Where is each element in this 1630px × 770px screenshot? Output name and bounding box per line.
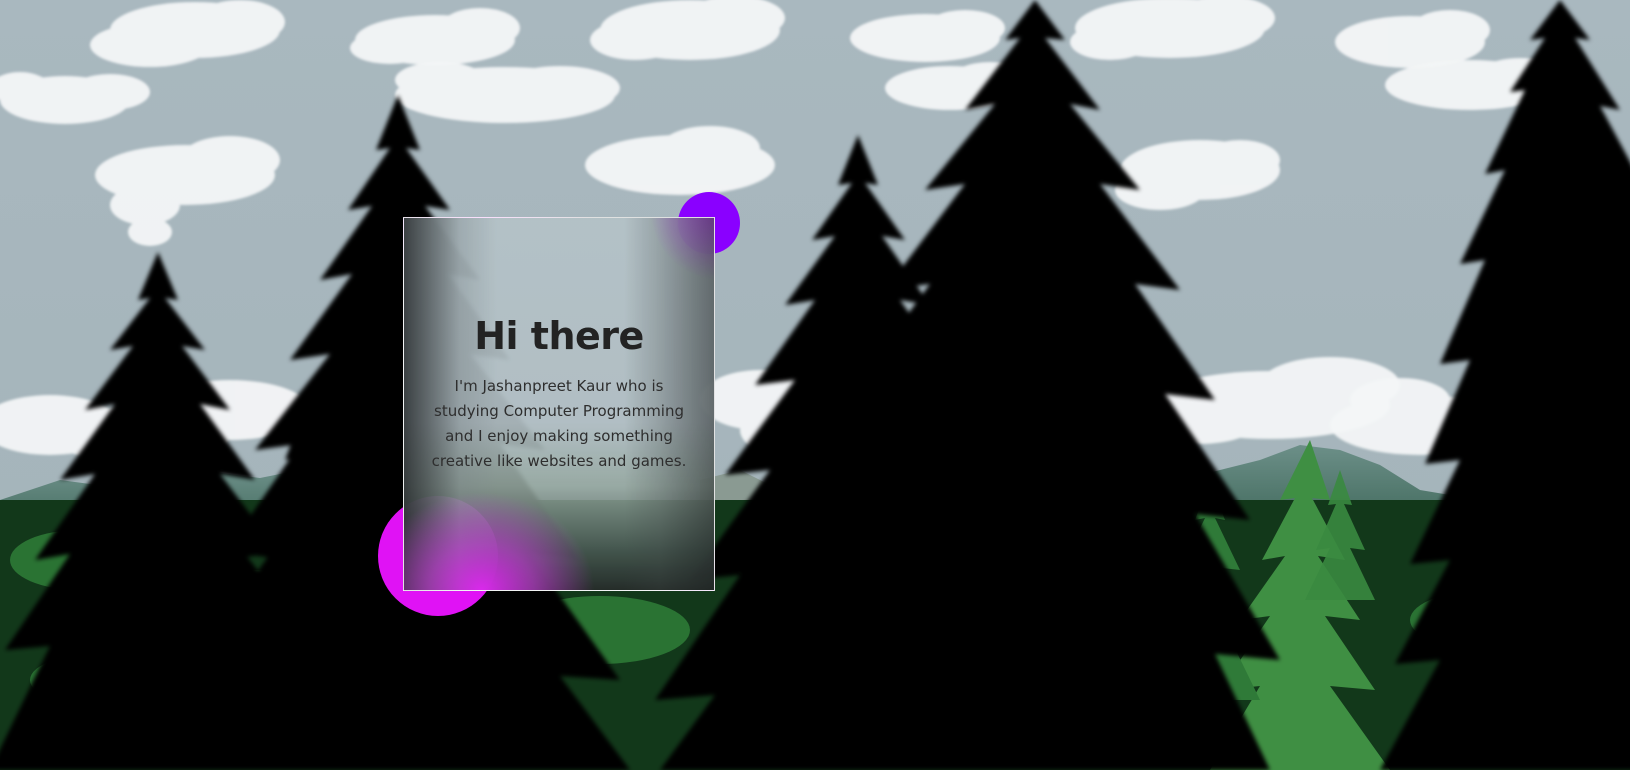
card-title: Hi there [474, 314, 644, 358]
card-description: I'm Jashanpreet Kaur who is studying Com… [431, 377, 687, 470]
card-content: Hi there I'm Jashanpreet Kaur who is stu… [404, 218, 714, 590]
background-scene [0, 0, 1630, 770]
cloud [395, 62, 620, 123]
forest-illustration [0, 0, 1630, 770]
intro-glass-card: Hi there I'm Jashanpreet Kaur who is stu… [403, 217, 715, 591]
